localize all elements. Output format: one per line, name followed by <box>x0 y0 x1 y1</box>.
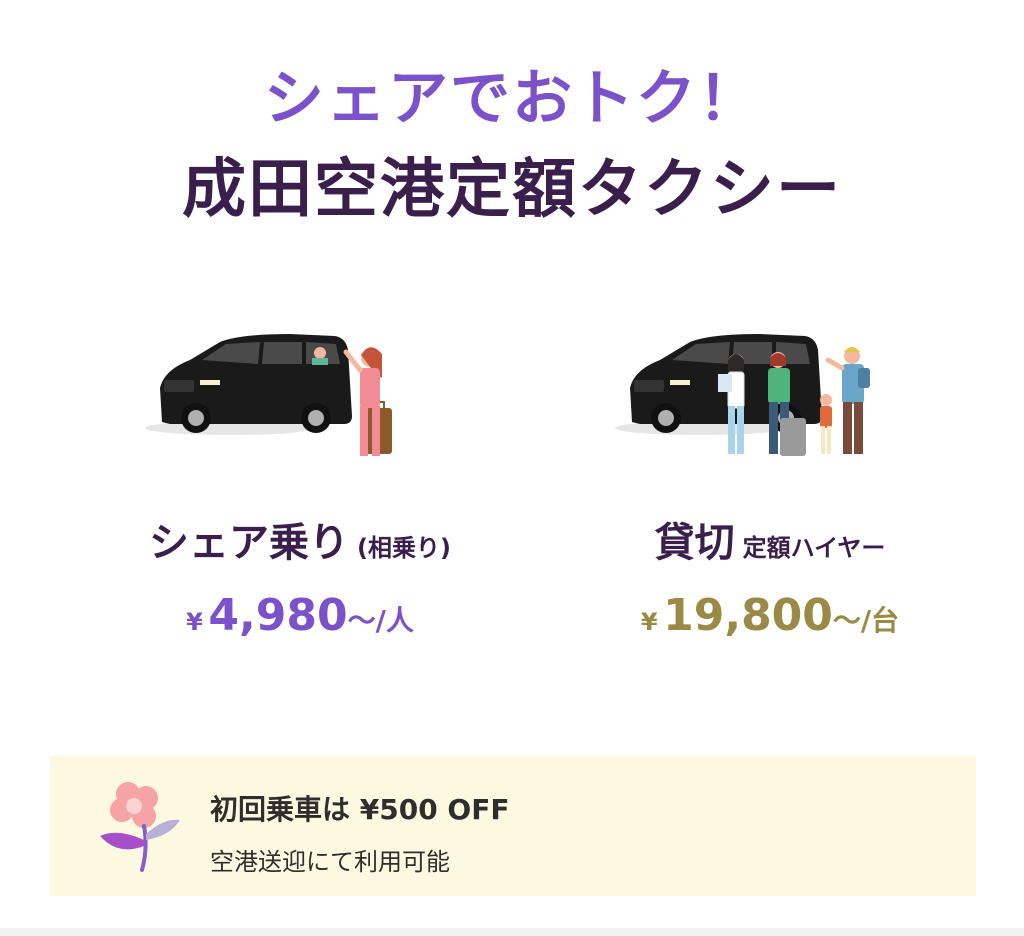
price-unit: ～/人 <box>347 604 414 637</box>
plan-subtitle: 定額ハイヤー <box>742 534 886 562</box>
plan-name: 貸切 <box>654 520 735 566</box>
price-currency: ¥ <box>186 608 203 636</box>
plan-card-share[interactable]: シェア乗り (相乗り) ¥ 4,980～/人 <box>90 320 510 660</box>
plan-title-share: シェア乗り (相乗り) <box>90 510 510 568</box>
page-title: 成田空港定額タクシー <box>182 153 842 227</box>
headline-tagline: シェアでおトク！ <box>264 64 760 134</box>
price-unit: ～/台 <box>832 604 900 637</box>
promo-title: 初回乗車は ¥500 OFF <box>210 793 510 826</box>
hero-section: シェアでおトク！ 成田空港定額タクシー シェア乗り (相乗り) ¥ 4,980～… <box>0 0 1024 936</box>
promo-description: 空港送迎にて利用可能 <box>210 848 450 876</box>
plan-card-charter[interactable]: 貸切 定額ハイヤー ¥ 19,800～/台 <box>560 320 980 660</box>
price-value: 19,800 <box>663 590 833 641</box>
plan-price-share: ¥ 4,980～/人 <box>90 590 510 641</box>
price-currency: ¥ <box>640 608 658 636</box>
promo-banner[interactable]: 初回乗車は ¥500 OFF 空港送迎にて利用可能 <box>50 756 976 896</box>
share-van-illustration <box>145 334 392 456</box>
plan-name: シェア乗り <box>149 520 350 566</box>
divider <box>0 928 1024 936</box>
plan-subtitle: (相乗り) <box>357 534 451 562</box>
flower-icon <box>100 782 180 872</box>
plan-price-charter: ¥ 19,800～/台 <box>560 590 980 641</box>
price-value: 4,980 <box>208 590 348 641</box>
plan-title-charter: 貸切 定額ハイヤー <box>560 510 980 568</box>
charter-van-illustration <box>615 334 870 456</box>
